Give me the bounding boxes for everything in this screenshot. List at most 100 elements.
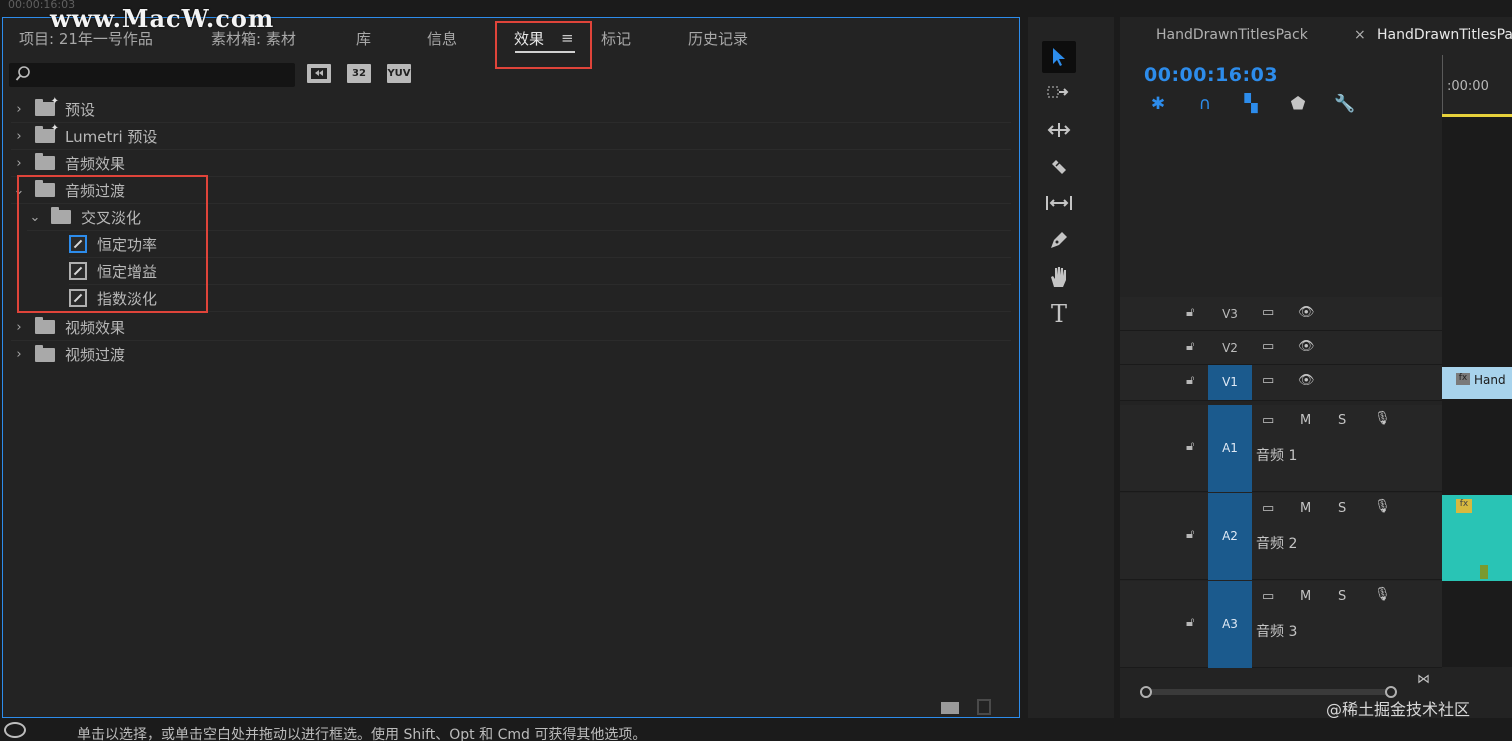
type-tool-icon[interactable]: T [1042,298,1076,330]
active-tab-underline [515,51,575,53]
solo-button[interactable]: S [1338,501,1346,516]
track-select-tool-icon[interactable] [1042,77,1076,109]
eye-icon[interactable]: 👁︎ [1298,305,1315,320]
tree-item-presets[interactable]: › ✦ 预设 [11,96,1011,123]
lock-icon[interactable]: 🔓︎ [1186,615,1198,630]
keyframe-marker[interactable] [1480,565,1488,579]
ruler-time: :00:00 [1447,79,1489,94]
search-icon [15,66,30,81]
solo-button[interactable]: S [1338,413,1346,428]
track-name[interactable]: V2 [1208,341,1252,355]
new-bin-icon[interactable] [941,702,959,714]
lock-icon[interactable]: 🔓︎ [1186,527,1198,542]
add-marker-icon[interactable]: ⬟ [1288,94,1308,114]
wrench-icon[interactable]: 🔧 [1334,94,1355,114]
eye-icon[interactable]: 👁︎ [1298,373,1315,388]
snap-icon[interactable]: ✱ [1148,94,1168,114]
tree-item-constant-gain[interactable]: 恒定增益 [69,258,1011,285]
folder-star-icon: ✦ [35,96,59,116]
sync-lock-icon[interactable]: ▭ [1262,305,1274,320]
mute-button[interactable]: M [1300,589,1311,604]
track-a1[interactable]: 🔓︎ A1 ▭ M S 🎙︎ 音频 1 [1120,405,1442,492]
panel-menu-icon[interactable]: ≡ [561,29,574,47]
sequence-tab-2[interactable]: HandDrawnTitlesPac [1377,27,1512,43]
playhead-timecode[interactable]: 00:00:16:03 [1144,64,1278,86]
chevron-right-icon[interactable]: › [11,102,27,117]
tab-effects[interactable]: 效果 [514,28,544,49]
slip-tool-icon[interactable] [1042,187,1076,219]
selection-tool-icon[interactable] [1042,41,1076,73]
time-ruler[interactable]: :00:00 [1442,55,1512,115]
tab-libraries[interactable]: 库 [356,28,371,49]
track-a3[interactable]: 🔓︎ A3 ▭ M S 🎙︎ 音频 3 [1120,581,1442,668]
horizontal-scrollbar[interactable] [1140,689,1390,695]
tree-item-label: 音频效果 [65,154,126,173]
sequence-tab-1[interactable]: HandDrawnTitlesPack [1156,27,1308,43]
tab-info[interactable]: 信息 [427,28,457,49]
sync-lock-icon[interactable]: ▭ [1262,373,1274,388]
chevron-down-icon[interactable]: ⌄ [27,210,43,225]
chevron-down-icon[interactable]: ⌄ [11,183,27,198]
tree-item-lumetri-presets[interactable]: › ✦ Lumetri 预设 [11,123,1011,150]
solo-button[interactable]: S [1338,589,1346,604]
creative-cloud-icon[interactable] [4,722,26,738]
lock-icon[interactable]: 🔓︎ [1186,305,1198,320]
video-clip[interactable]: fx Hand [1442,367,1512,399]
sync-lock-icon[interactable]: ▭ [1262,501,1274,516]
tree-item-label: 音频过渡 [65,181,126,200]
lock-icon[interactable]: 🔓︎ [1186,339,1198,354]
close-icon[interactable]: × [1354,27,1366,43]
track-v1[interactable]: 🔓︎ V1 ▭ 👁︎ [1120,365,1442,401]
trash-icon[interactable] [977,699,991,715]
chevron-right-icon[interactable]: › [11,156,27,171]
magnet-icon[interactable]: ∩ [1195,94,1215,114]
32bit-effects-button[interactable]: 32 [347,64,371,83]
track-label: 音频 1 [1256,448,1298,464]
track-name[interactable]: A3 [1208,581,1252,668]
scroll-start-handle[interactable] [1140,686,1152,698]
track-v2[interactable]: 🔓︎ V2 ▭ 👁︎ [1120,331,1442,365]
chevron-right-icon[interactable]: › [11,129,27,144]
yuv-effects-button[interactable]: YUV [387,64,411,83]
eye-icon[interactable]: 👁︎ [1298,339,1315,354]
mute-button[interactable]: M [1300,501,1311,516]
track-a2[interactable]: 🔓︎ A2 ▭ M S 🎙︎ 音频 2 [1120,493,1442,580]
chevron-right-icon[interactable]: › [11,347,27,362]
microphone-icon[interactable]: 🎙︎ [1374,499,1391,514]
accelerated-effects-icon[interactable] [307,64,331,83]
sync-lock-icon[interactable]: ▭ [1262,413,1274,428]
audio-clip[interactable]: fx [1442,495,1512,581]
pen-tool-icon[interactable] [1042,224,1076,256]
tab-markers[interactable]: 标记 [601,28,631,49]
tree-item-crossfade[interactable]: ⌄ 交叉淡化 [27,204,1011,231]
chevron-right-icon[interactable]: › [11,320,27,335]
track-name[interactable]: A1 [1208,405,1252,492]
sync-lock-icon[interactable]: ▭ [1262,589,1274,604]
track-name[interactable]: V3 [1208,307,1252,321]
tab-history[interactable]: 历史记录 [688,28,748,49]
linked-selection-icon[interactable]: ▚ [1241,94,1261,114]
tree-item-audio-effects[interactable]: › 音频效果 [11,150,1011,177]
sync-lock-icon[interactable]: ▭ [1262,339,1274,354]
mute-button[interactable]: M [1300,413,1311,428]
microphone-icon[interactable]: 🎙︎ [1374,587,1391,602]
ripple-edit-tool-icon[interactable] [1042,114,1076,146]
tree-item-exponential-fade[interactable]: 指数淡化 [69,285,1011,312]
razor-tool-icon[interactable] [1042,151,1076,183]
folder-icon [51,207,71,224]
search-input[interactable] [9,63,295,87]
tree-item-video-effects[interactable]: › 视频效果 [11,314,1011,341]
tree-item-video-transitions[interactable]: › 视频过渡 [11,341,1011,368]
lock-icon[interactable]: 🔓︎ [1186,373,1198,388]
clip-label: Hand [1474,373,1506,387]
track-name[interactable]: V1 [1208,365,1252,400]
microphone-icon[interactable]: 🎙︎ [1374,411,1391,426]
bowtie-icon[interactable]: ⋈ [1417,672,1430,687]
tree-item-audio-transitions[interactable]: ⌄ 音频过渡 [11,177,1011,204]
track-name[interactable]: A2 [1208,493,1252,580]
hand-tool-icon[interactable] [1042,261,1076,293]
lock-icon[interactable]: 🔓︎ [1186,439,1198,454]
tree-item-label: 指数淡化 [97,289,158,308]
tree-item-constant-power[interactable]: 恒定功率 [69,231,1011,258]
track-v3[interactable]: 🔓︎ V3 ▭ 👁︎ [1120,297,1442,331]
